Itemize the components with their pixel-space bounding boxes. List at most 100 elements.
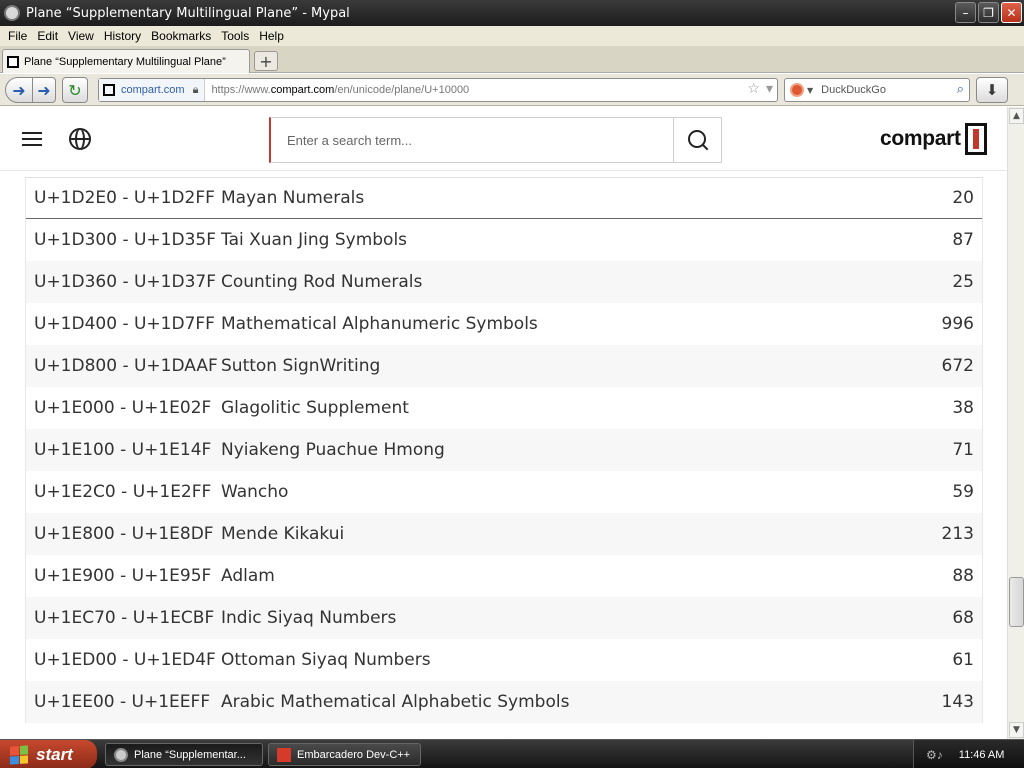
download-arrow-icon: ⬇	[985, 81, 999, 99]
browser-search-icon[interactable]: ⌕	[957, 82, 964, 97]
logo-mark-icon	[964, 123, 987, 155]
block-name[interactable]: Indic Siyaq Numbers	[221, 608, 396, 628]
url-dropdown-icon[interactable]: ▾	[766, 81, 773, 97]
taskbar: start Plane “Supplementar... Embarcadero…	[0, 739, 1024, 768]
tray-icons[interactable]: ⚙♪	[926, 748, 943, 762]
url-bar[interactable]: compart.com 🔒︎ https://www.compart.com/e…	[98, 78, 778, 102]
block-name[interactable]: Mende Kikakui	[221, 524, 344, 544]
block-name[interactable]: Wancho	[221, 482, 288, 502]
table-row[interactable]: U+1D800 - U+1DAAF Sutton SignWriting 672	[26, 345, 982, 387]
block-name[interactable]: Nyiakeng Puachue Hmong	[221, 440, 445, 460]
windows-logo-icon	[10, 744, 28, 765]
block-name[interactable]: Mathematical Alphanumeric Symbols	[221, 314, 538, 334]
table-row[interactable]: U+1E900 - U+1E95F Adlam 88	[26, 555, 982, 597]
site-identity[interactable]: compart.com 🔒︎	[99, 79, 206, 101]
page-scrollbar[interactable]: ▲ ▼	[1007, 107, 1024, 739]
table-row[interactable]: U+1E000 - U+1E02F Glagolitic Supplement …	[26, 387, 982, 429]
block-name[interactable]: Glagolitic Supplement	[221, 398, 409, 418]
page-viewport: Enter a search term... compart U+1D2E0 -…	[0, 107, 1007, 739]
menu-bar: File Edit View History Bookmarks Tools H…	[0, 26, 1024, 46]
table-row[interactable]: U+1D2E0 - U+1D2FF Mayan Numerals 20	[26, 177, 982, 219]
new-tab-button[interactable]: +	[254, 51, 278, 71]
engine-dropdown-icon[interactable]: ▼	[807, 86, 813, 95]
table-row[interactable]: U+1EE00 - U+1EEFF Arabic Mathematical Al…	[26, 681, 982, 723]
reload-button[interactable]: ↻	[62, 77, 88, 103]
compart-favicon-icon	[7, 55, 19, 68]
site-header: Enter a search term... compart	[0, 107, 1007, 171]
close-button[interactable]: ✕	[1001, 2, 1022, 23]
browser-search-box[interactable]: ▼ DuckDuckGo ⌕	[784, 78, 970, 102]
table-row[interactable]: U+1EC70 - U+1ECBF Indic Siyaq Numbers 68	[26, 597, 982, 639]
site-search-button[interactable]	[673, 118, 721, 162]
language-globe-icon[interactable]	[69, 128, 91, 150]
back-arrow-icon: ➜	[12, 80, 26, 100]
taskbar-item-label: Embarcadero Dev-C++	[297, 748, 411, 761]
block-count: 143	[941, 692, 974, 712]
compart-logo[interactable]: compart	[880, 123, 987, 155]
menu-file[interactable]: File	[8, 29, 27, 43]
reload-icon: ↻	[68, 80, 82, 100]
block-count: 672	[941, 356, 974, 376]
scroll-down-arrow-icon[interactable]: ▼	[1009, 722, 1024, 738]
mypal-app-icon	[4, 5, 20, 21]
table-row[interactable]: U+1D400 - U+1D7FF Mathematical Alphanume…	[26, 303, 982, 345]
block-count: 61	[952, 650, 974, 670]
hamburger-menu-icon[interactable]	[22, 132, 42, 146]
downloads-button[interactable]: ⬇	[976, 77, 1008, 103]
taskbar-item-mypal[interactable]: Plane “Supplementar...	[105, 743, 263, 766]
duckduckgo-icon[interactable]	[790, 83, 804, 97]
scrollbar-thumb[interactable]	[1009, 577, 1024, 627]
block-name[interactable]: Sutton SignWriting	[221, 356, 380, 376]
site-favicon-icon	[103, 84, 115, 96]
forward-button[interactable]: ➜	[32, 77, 56, 103]
navigation-bar: ➜ ➜ ↻ compart.com 🔒︎ https://www.compart…	[0, 74, 1024, 106]
site-search-input[interactable]: Enter a search term...	[271, 118, 673, 162]
block-name[interactable]: Tai Xuan Jing Symbols	[221, 230, 407, 250]
block-name[interactable]: Ottoman Siyaq Numbers	[221, 650, 431, 670]
block-count: 996	[941, 314, 974, 334]
block-name[interactable]: Adlam	[221, 566, 275, 586]
block-range: U+1E000 - U+1E02F	[34, 398, 212, 418]
table-row[interactable]: U+1D300 - U+1D35F Tai Xuan Jing Symbols …	[26, 219, 982, 261]
block-name[interactable]: Counting Rod Numerals	[221, 272, 422, 292]
identity-domain: compart.com	[121, 84, 185, 96]
block-count: 20	[952, 188, 974, 208]
table-row[interactable]: U+1D360 - U+1D37F Counting Rod Numerals …	[26, 261, 982, 303]
tab-active[interactable]: Plane “Supplementary Multilingual Plane”	[2, 49, 250, 73]
block-range: U+1E800 - U+1E8DF	[34, 524, 214, 544]
block-count: 88	[952, 566, 974, 586]
table-row[interactable]: U+1E2C0 - U+1E2FF Wancho 59	[26, 471, 982, 513]
menu-edit[interactable]: Edit	[37, 29, 58, 43]
block-name[interactable]: Arabic Mathematical Alphabetic Symbols	[221, 692, 569, 712]
table-row[interactable]: U+1E800 - U+1E8DF Mende Kikakui 213	[26, 513, 982, 555]
bookmark-star-icon[interactable]: ☆	[747, 81, 760, 97]
back-button[interactable]: ➜	[5, 77, 33, 103]
minimize-button[interactable]: –	[955, 2, 976, 23]
menu-help[interactable]: Help	[259, 29, 284, 43]
block-range: U+1E2C0 - U+1E2FF	[34, 482, 212, 502]
title-bar: Plane “Supplementary Multilingual Plane”…	[0, 0, 1024, 26]
mypal-taskbar-icon	[114, 747, 128, 762]
start-button[interactable]: start	[0, 740, 97, 768]
tab-strip: Plane “Supplementary Multilingual Plane”…	[0, 46, 1024, 73]
url-text[interactable]: https://www.compart.com/en/unicode/plane…	[211, 84, 469, 96]
block-count: 87	[952, 230, 974, 250]
block-count: 71	[952, 440, 974, 460]
block-count: 38	[952, 398, 974, 418]
lock-icon: 🔒︎	[192, 83, 199, 96]
browser-search-placeholder: DuckDuckGo	[821, 84, 886, 96]
block-count: 68	[952, 608, 974, 628]
scroll-up-arrow-icon[interactable]: ▲	[1009, 108, 1024, 124]
menu-bookmarks[interactable]: Bookmarks	[151, 29, 211, 43]
taskbar-item-devcpp[interactable]: Embarcadero Dev-C++	[268, 743, 421, 766]
taskbar-item-label: Plane “Supplementar...	[134, 748, 246, 761]
restore-button[interactable]: ❐	[978, 2, 999, 23]
clock: 11:46 AM	[958, 748, 1005, 761]
table-row[interactable]: U+1E100 - U+1E14F Nyiakeng Puachue Hmong…	[26, 429, 982, 471]
menu-tools[interactable]: Tools	[221, 29, 249, 43]
block-name[interactable]: Mayan Numerals	[221, 188, 364, 208]
block-range: U+1ED00 - U+1ED4F	[34, 650, 216, 670]
table-row[interactable]: U+1ED00 - U+1ED4F Ottoman Siyaq Numbers …	[26, 639, 982, 681]
menu-history[interactable]: History	[104, 29, 141, 43]
menu-view[interactable]: View	[68, 29, 94, 43]
